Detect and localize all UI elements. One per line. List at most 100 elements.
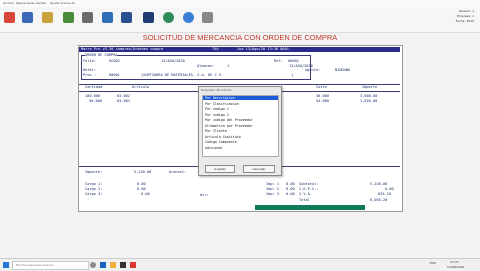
imp2-value: 0.00 — [286, 187, 295, 191]
row-imp: 3,600.00 — [360, 94, 378, 98]
refer-label: Refer: — [83, 68, 96, 72]
company-info: Empresa: 1 — [456, 14, 474, 18]
explorer-icon[interactable] — [110, 262, 116, 268]
accept-button[interactable]: Aceptar — [205, 165, 235, 173]
edge-icon[interactable] — [100, 262, 106, 268]
importe-value: 5,220.00 — [134, 170, 152, 174]
ieps-value: 0.00 — [385, 187, 394, 191]
option-articulo-sustituto[interactable]: Articulo Sustituto — [205, 135, 241, 139]
prov-bracket: ] — [291, 73, 294, 77]
option-por-codigo-1[interactable]: Por codigo 1 — [205, 107, 229, 111]
program-code: 750 — [212, 47, 219, 51]
option-adicional[interactable]: Adicional — [205, 146, 223, 150]
windows-start-icon[interactable] — [3, 262, 9, 268]
taskbar: Escribe aquí para buscar ESP 13:37 13/08… — [0, 258, 480, 271]
subtotal-label: Subtotal: — [299, 182, 319, 186]
option-codigo-compuesto[interactable]: Codigo Compuesto — [205, 140, 237, 144]
tools-icon[interactable] — [202, 12, 213, 23]
menu-ventas[interactable]: Ventas — [36, 1, 46, 5]
imp1-value: 0.00 — [286, 182, 295, 186]
order-section-title: ORDEN DE COMPRA — [85, 53, 118, 57]
menu-bar: Archivo Operaciones Ventas Ayuda Acerca … — [0, 0, 480, 7]
task-view-icon[interactable] — [90, 262, 96, 268]
program-name: Macro Pro v3.30 compras/Ordenes compra — [81, 47, 164, 51]
option-por-codigo-2[interactable]: Por codigo 2 — [205, 113, 229, 117]
clock-time[interactable]: 13:37 — [450, 260, 459, 264]
cargo1-label: Cargo 1: — [85, 182, 103, 186]
folder-icon[interactable] — [42, 12, 53, 23]
ref-field[interactable]: 00002 — [288, 59, 299, 63]
option-por-descripcion[interactable]: Por Descripcion — [203, 96, 278, 100]
cargo1-value: 0.00 — [137, 182, 146, 186]
save-icon[interactable] — [102, 12, 113, 23]
col-costo: Costo — [316, 85, 327, 89]
subtotal-value: 5,220.00 — [370, 182, 388, 186]
row-cost: 36.000 — [316, 94, 329, 98]
iva-value: 835.20 — [378, 192, 391, 196]
cargo3-value: 0.00 — [141, 192, 150, 196]
menu-archivo[interactable]: Archivo — [3, 1, 14, 5]
menu-ayuda[interactable]: Ayuda Acerca de — [50, 1, 75, 5]
imp2-label: Imp: 2 — [266, 187, 279, 191]
almacen-field[interactable]: 1 — [227, 64, 229, 68]
page-title: SOLICITUD DE MERCANCIA CON ORDEN DE COMP… — [142, 33, 338, 42]
toolbar: Usuario: 1 Empresa: 1 Fecha: 2020 — [0, 7, 480, 33]
table-icon[interactable] — [63, 12, 74, 23]
cargo2-label: Cargo 2: — [85, 187, 103, 191]
almacen-label: Almacen: — [197, 64, 215, 68]
prov-name-field[interactable]: [SURTIDORA DE MATERIALES, S.A. DE C.V. — [141, 73, 223, 77]
total-value: 6,055.20 — [370, 198, 388, 202]
exit-icon[interactable] — [4, 12, 15, 23]
option-codigo-proveedor[interactable]: Por codigo del Proveedor — [205, 118, 253, 122]
agente-field[interactable]: NINGUNO — [335, 68, 350, 72]
clock-date[interactable]: 13/08/2020 — [447, 265, 464, 269]
acr-label: Acr: — [200, 193, 209, 197]
cancel-button[interactable]: Cancelar — [243, 165, 275, 173]
col-importe: Importe — [362, 85, 378, 89]
search-dialog: Busqueda del articulo Por Descripcion Po… — [198, 86, 282, 176]
list-icon[interactable] — [121, 12, 132, 23]
arancel-label: Arancel: — [169, 170, 187, 174]
menu-operaciones[interactable]: Operaciones — [16, 1, 35, 5]
prov-code-field[interactable]: 00001 — [109, 73, 120, 77]
iva-label: I.V.A. — [299, 192, 312, 196]
importe-label: Importe: — [85, 170, 103, 174]
books-icon[interactable] — [143, 12, 154, 23]
row-art: 63-001 — [117, 99, 130, 103]
status-bar — [255, 205, 365, 210]
col-articulo: Articulo — [132, 85, 150, 89]
app-icon[interactable] — [120, 262, 126, 268]
imp1-label: Imp: 1 — [266, 182, 279, 186]
printer-icon[interactable] — [82, 12, 93, 23]
date-info: Fecha: 2020 — [455, 19, 474, 23]
row-qty: 100.000 — [85, 94, 101, 98]
language-indicator[interactable]: ESP — [430, 261, 436, 265]
user-info: Usuario: 1 — [458, 9, 474, 13]
cargo2-value: 0.00 — [137, 187, 146, 191]
running-app-icon[interactable] — [130, 262, 136, 268]
date-field-1[interactable]: 13/AGO/2020 — [161, 59, 185, 63]
ref-label: Ref: — [274, 59, 283, 63]
folio-label: Folio: — [83, 59, 96, 63]
taskbar-search-input[interactable]: Escribe aquí para buscar — [12, 261, 89, 270]
row-qty: 50.000 — [89, 99, 102, 103]
prov-label: Prov : — [83, 73, 96, 77]
info-icon[interactable] — [183, 12, 194, 23]
globe-icon[interactable] — [163, 12, 174, 23]
col-cantidad: Cantidad — [85, 85, 103, 89]
row-art: 63-002 — [117, 94, 130, 98]
search-options-list[interactable]: Por Descripcion Por Clasificacion Por co… — [202, 95, 279, 157]
option-por-clasificacion[interactable]: Por Clasificacion — [205, 102, 239, 106]
table-top-rule — [79, 84, 400, 85]
header-date: Jue 13/Ago/20 13:36 0001. — [237, 47, 292, 51]
cargo3-label: Cargo 3: — [85, 192, 103, 196]
imp3-value: 0.00 — [286, 192, 295, 196]
calendar-icon[interactable] — [22, 12, 33, 23]
option-por-cliente[interactable]: Por Cliente — [205, 129, 227, 133]
total-label: Total — [299, 198, 310, 202]
folio-field[interactable]: OCO02 — [109, 59, 120, 63]
ieps-label: I.E.P.S.: — [299, 187, 319, 191]
option-alfabetico-proveedor[interactable]: Alfabetico por Proveedor — [205, 124, 253, 128]
agente-label: Agente: — [305, 68, 321, 72]
row-imp: 1,620.00 — [360, 99, 378, 103]
